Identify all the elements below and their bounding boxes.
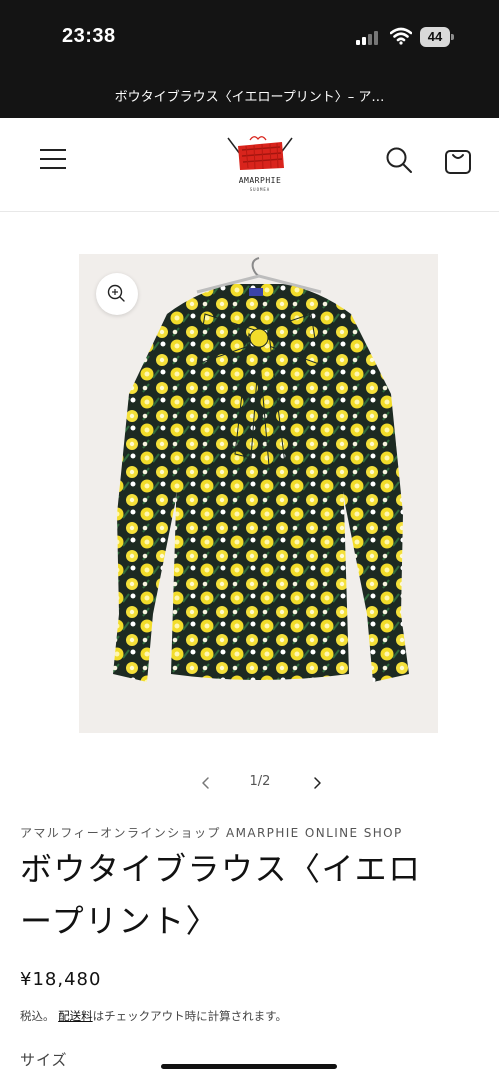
home-indicator[interactable] — [161, 1064, 337, 1069]
site-header: AMARPHIE SUOMEA — [0, 118, 499, 212]
product-image[interactable] — [79, 254, 438, 733]
blouse-photo — [79, 254, 438, 733]
product-price: ¥18,480 — [20, 969, 102, 990]
browser-top-bar: 23:38 44 ボウタイブラウス〈イエロープリント〉– ア… — [0, 0, 499, 118]
slide-counter: 1/2 — [249, 774, 271, 789]
zoom-button[interactable] — [96, 273, 138, 315]
product-title-line: ープリント〉 — [20, 902, 220, 940]
cellular-signal-icon — [356, 31, 382, 45]
hamburger-menu-icon[interactable] — [40, 145, 68, 173]
image-slider-controls: 1/2 — [190, 770, 330, 796]
site-logo[interactable]: AMARPHIE SUOMEA — [220, 132, 300, 198]
logo-wordmark: AMARPHIE — [238, 176, 282, 185]
shopping-bag-icon[interactable] — [443, 144, 473, 176]
browser-page-title[interactable]: ボウタイブラウス〈イエロープリント〉– ア… — [0, 86, 499, 105]
tax-note: 税込。 配送料はチェックアウト時に計算されます。 — [20, 1008, 287, 1024]
size-label: サイズ — [20, 1051, 68, 1069]
product-title: ボウタイブラウス〈イエロ ープリント〉 — [20, 843, 490, 947]
logo-subtext: SUOMEA — [249, 187, 271, 192]
chevron-right-icon[interactable] — [310, 773, 324, 793]
shipping-link[interactable]: 配送料 — [58, 1009, 93, 1023]
product-title-line: ボウタイブラウス〈イエロ — [20, 850, 422, 888]
status-time: 23:38 — [62, 25, 116, 47]
tax-suffix: はチェックアウト時に計算されます。 — [92, 1009, 288, 1023]
battery-icon: 44 — [420, 27, 454, 47]
search-icon[interactable] — [384, 145, 414, 175]
tax-prefix: 税込。 — [20, 1009, 55, 1023]
battery-level: 44 — [420, 27, 450, 47]
wifi-icon — [390, 27, 412, 45]
knitting-logo-icon — [227, 136, 293, 170]
product-vendor: アマルフィーオンラインショップ AMARPHIE ONLINE SHOP — [20, 826, 403, 840]
chevron-left-icon[interactable] — [198, 773, 212, 793]
zoom-in-icon — [107, 284, 125, 302]
